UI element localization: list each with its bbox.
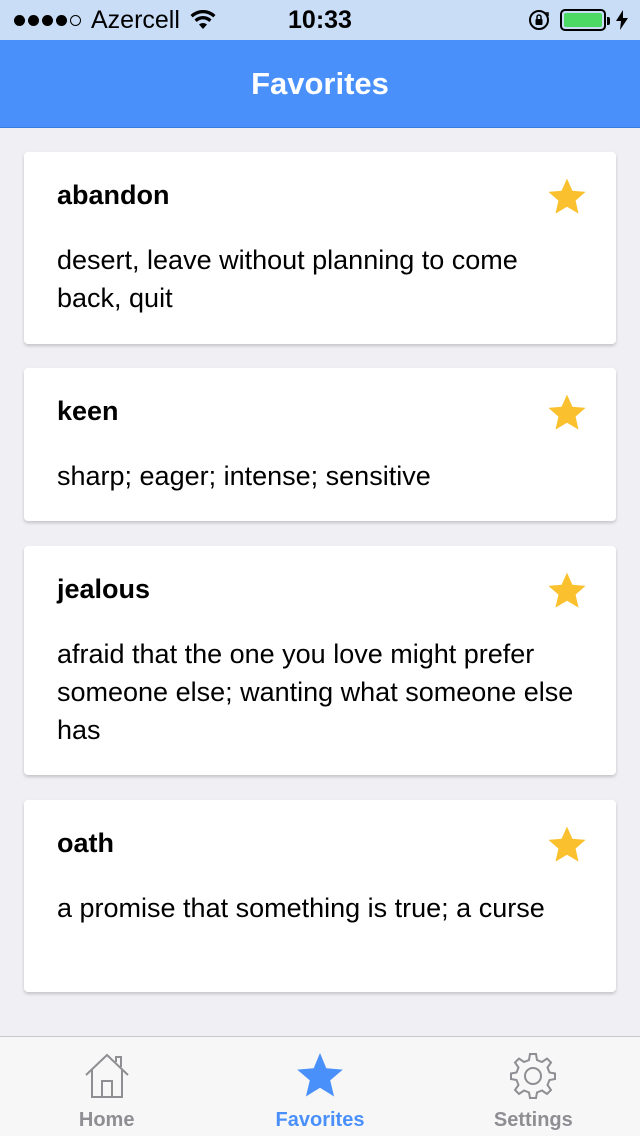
card-definition: sharp; eager; intense; sensitive [57,461,431,491]
tab-settings[interactable]: Settings [427,1037,640,1136]
status-bar: Azercell 10:33 [0,0,640,40]
card-definition: desert, leave without planning to come b… [57,245,518,313]
card-word: keen [57,396,119,426]
card-definition: afraid that the one you love might prefe… [57,639,574,745]
battery-level [564,13,602,27]
tab-bar: Home Favorites Settings [0,1036,640,1136]
tab-home[interactable]: Home [0,1037,213,1136]
word-card[interactable]: jealous afraid that the one you love mig… [24,546,616,775]
favorites-list: abandon desert, leave without planning t… [0,128,640,1036]
app-screen: Azercell 10:33 Favorites abandon desert,… [0,0,640,1136]
favorite-star-icon[interactable] [546,176,588,218]
home-icon [84,1053,129,1098]
charging-bolt-icon [616,10,628,30]
word-card[interactable]: abandon desert, leave without planning t… [24,152,616,344]
battery-icon [560,9,610,31]
favorite-star-icon[interactable] [546,392,588,434]
tab-favorites[interactable]: Favorites [213,1037,426,1136]
tab-label: Home [78,1109,135,1131]
card-word: oath [57,828,114,858]
tab-label: Settings [493,1109,573,1131]
card-definition: a promise that something is true; a curs… [57,893,545,923]
favorite-star-icon[interactable] [546,570,588,612]
card-word: abandon [57,180,170,210]
word-card[interactable]: keen sharp; eager; intense; sensitive [24,368,616,521]
favorite-star-icon[interactable] [546,824,588,866]
tab-label: Favorites [275,1109,365,1131]
card-word: jealous [57,574,151,604]
page-title: Favorites [251,65,389,101]
word-card[interactable]: oath a promise that something is true; a… [24,800,616,992]
rotation-lock-icon [529,10,549,30]
star-icon [297,1053,343,1097]
gear-icon [510,1053,557,1099]
navigation-bar: Favorites [0,40,640,128]
status-right [528,0,628,40]
